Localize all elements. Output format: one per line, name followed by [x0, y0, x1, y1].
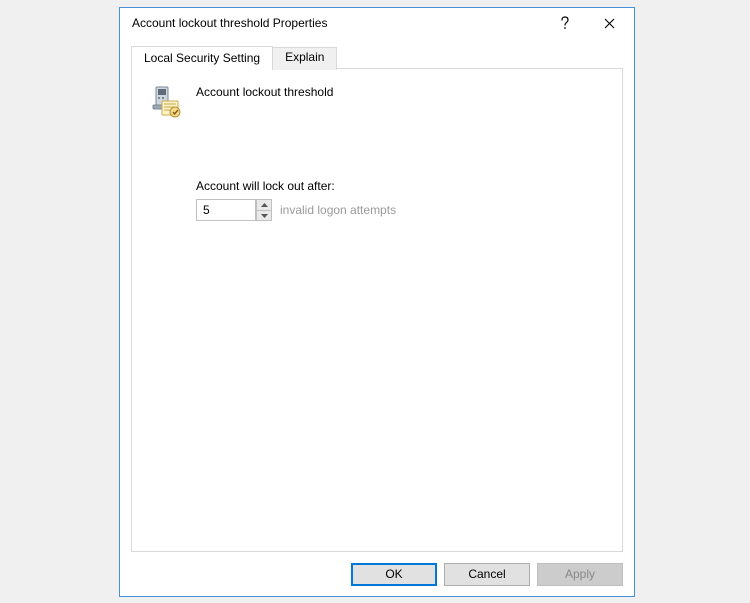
- spinner-down-button[interactable]: [256, 210, 272, 221]
- tabs-container: Local Security Setting Explain: [131, 45, 623, 552]
- policy-icon: [150, 85, 184, 119]
- titlebar: Account lockout threshold Properties: [120, 8, 634, 38]
- chevron-down-icon: [261, 214, 268, 218]
- properties-dialog: Account lockout threshold Properties Loc…: [119, 7, 635, 597]
- cancel-button[interactable]: Cancel: [444, 563, 530, 586]
- unit-label: invalid logon attempts: [280, 203, 396, 217]
- setting-label: Account will lock out after:: [196, 179, 604, 193]
- help-icon: [560, 16, 570, 30]
- tab-headers: Local Security Setting Explain: [131, 45, 623, 68]
- dialog-title: Account lockout threshold Properties: [132, 16, 542, 30]
- content-area: Local Security Setting Explain: [120, 38, 634, 552]
- help-button[interactable]: [542, 9, 587, 37]
- close-button[interactable]: [587, 9, 632, 37]
- threshold-input[interactable]: [196, 199, 256, 221]
- spinner-buttons: [256, 199, 272, 221]
- policy-name: Account lockout threshold: [196, 85, 333, 99]
- tab-explain[interactable]: Explain: [272, 47, 337, 70]
- close-icon: [604, 18, 615, 29]
- tab-local-security-setting[interactable]: Local Security Setting: [131, 46, 273, 69]
- spinner-row: invalid logon attempts: [196, 199, 604, 221]
- policy-header: Account lockout threshold: [150, 85, 604, 119]
- ok-button[interactable]: OK: [351, 563, 437, 586]
- tab-panel: Account lockout threshold Account will l…: [131, 68, 623, 552]
- button-bar: OK Cancel Apply: [120, 552, 634, 596]
- spinner-up-button[interactable]: [256, 199, 272, 210]
- apply-button[interactable]: Apply: [537, 563, 623, 586]
- chevron-up-icon: [261, 203, 268, 207]
- setting-block: Account will lock out after:: [196, 179, 604, 221]
- threshold-spinner: [196, 199, 272, 221]
